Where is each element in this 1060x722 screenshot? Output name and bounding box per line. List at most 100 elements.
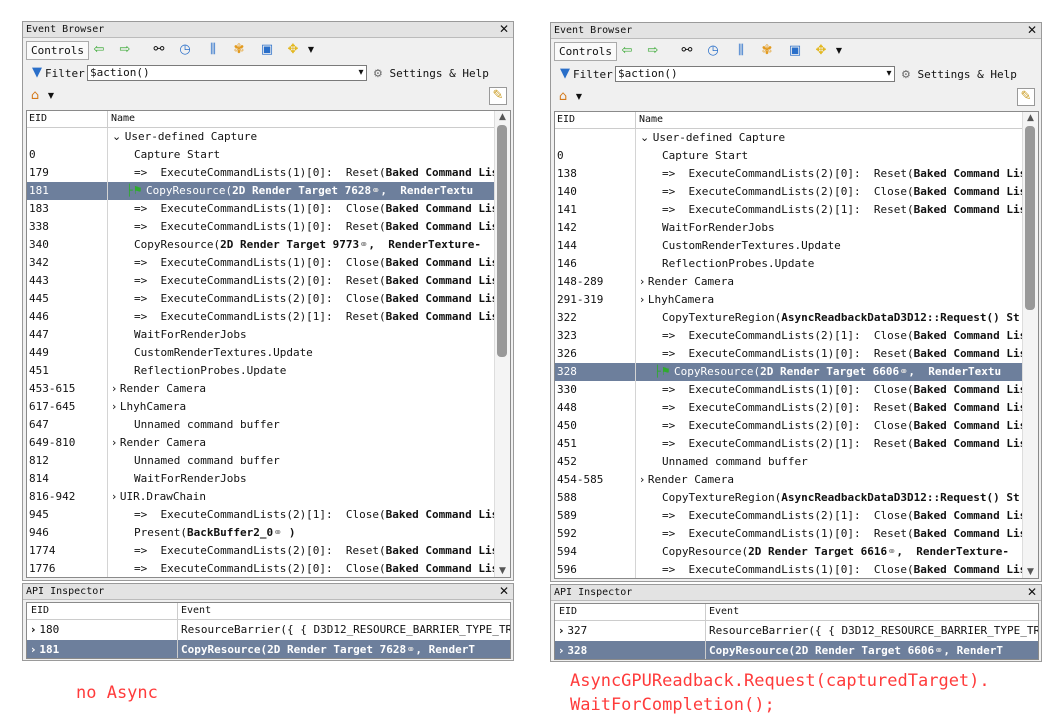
api-row[interactable]: › 327 ResourceBarrier({ { D3D12_RESOURCE_… [555, 621, 1038, 641]
event-row[interactable]: 326 => ExecuteCommandLists(1)[0]: Reset(B… [555, 345, 1024, 363]
link-icon[interactable]: ⚭ [406, 643, 415, 656]
event-row[interactable]: 812 Unnamed command buffer [27, 452, 496, 470]
link-icon[interactable]: ⚭ [273, 526, 282, 539]
link-icon[interactable]: ⚭ [899, 365, 908, 378]
chevron-right-icon[interactable]: › [640, 293, 648, 306]
chevron-right-icon[interactable]: › [640, 473, 648, 486]
clock-icon[interactable]: ◷ [705, 43, 721, 59]
scrollbar-thumb[interactable] [497, 125, 507, 357]
column-eid[interactable]: EID [31, 603, 49, 619]
filter-input[interactable]: $action() [87, 65, 367, 81]
column-event[interactable]: Event [705, 604, 739, 620]
event-row[interactable]: 342 => ExecuteCommandLists(1)[0]: Close(B… [27, 254, 496, 272]
notes-icon[interactable]: ✎ [1017, 88, 1035, 106]
chevron-down-icon[interactable]: ▾ [882, 67, 896, 81]
scroll-down-icon[interactable]: ▼ [495, 565, 510, 577]
event-row[interactable]: 596 => ExecuteCommandLists(1)[0]: Close(B… [555, 561, 1024, 578]
close-icon[interactable]: ✕ [499, 22, 509, 37]
settings-help-button[interactable]: ⚙ Settings & Help [901, 67, 1017, 83]
home-icon[interactable]: ⌂ [27, 88, 43, 104]
scroll-up-icon[interactable]: ▲ [1023, 112, 1038, 124]
event-row[interactable]: 141 => ExecuteCommandLists(2)[1]: Reset(B… [555, 201, 1024, 219]
bookmarks-icon[interactable]: ⫼ [733, 43, 749, 59]
column-eid[interactable]: EID [559, 604, 577, 620]
column-eid[interactable]: EID [557, 112, 575, 128]
event-row[interactable]: 323 => ExecuteCommandLists(2)[1]: Close(B… [555, 327, 1024, 345]
event-row[interactable]: 142 WaitForRenderJobs [555, 219, 1024, 237]
event-row[interactable]: 443 => ExecuteCommandLists(2)[0]: Reset(B… [27, 272, 496, 290]
close-icon[interactable]: ✕ [1027, 23, 1037, 38]
event-row[interactable]: 1774 => ExecuteCommandLists(2)[0]: Reset(… [27, 542, 496, 560]
event-row[interactable]: ⌄ User-defined Capture [555, 129, 1024, 147]
event-row[interactable]: 138 => ExecuteCommandLists(2)[0]: Reset(B… [555, 165, 1024, 183]
scrollbar-thumb[interactable] [1025, 126, 1035, 310]
event-row[interactable]: 945 => ExecuteCommandLists(2)[1]: Close(B… [27, 506, 496, 524]
back-arrow-icon[interactable]: ⇦ [619, 43, 635, 59]
event-row[interactable]: 589 => ExecuteCommandLists(2)[1]: Close(B… [555, 507, 1024, 525]
puzzle-icon[interactable]: ✥ [285, 42, 301, 58]
event-row[interactable]: 0 Capture Start [27, 146, 496, 164]
chevron-down-icon[interactable]: ▼ [571, 89, 587, 105]
event-list[interactable]: EID Name ⌄ User-defined Capture 0 Capture … [554, 111, 1039, 579]
scroll-up-icon[interactable]: ▲ [495, 111, 510, 123]
event-row[interactable]: 816-942 › UIR.DrawChain [27, 488, 496, 506]
chevron-down-icon[interactable]: ⌄ [112, 130, 125, 143]
link-icon[interactable]: ⚭ [887, 545, 896, 558]
event-row[interactable]: 449 CustomRenderTextures.Update [27, 344, 496, 362]
event-row[interactable]: 291-319 › LhyhCamera [555, 291, 1024, 309]
chevron-down-icon[interactable]: ▼ [303, 42, 319, 58]
event-row[interactable]: 647 Unnamed command buffer [27, 416, 496, 434]
link-icon[interactable]: ⚭ [371, 184, 380, 197]
gear-cluster-icon[interactable]: ✾ [759, 43, 775, 59]
event-row[interactable]: 452 Unnamed command buffer [555, 453, 1024, 471]
event-row[interactable]: 330 => ExecuteCommandLists(1)[0]: Close(B… [555, 381, 1024, 399]
event-row[interactable]: 322 CopyTextureRegion(AsyncReadbackDataD3… [555, 309, 1024, 327]
event-list-scrollbar[interactable]: ▲ ▼ [494, 111, 510, 577]
event-row[interactable]: 146 ReflectionProbes.Update [555, 255, 1024, 273]
event-row[interactable]: 181 ├⚑ CopyResource(2D Render Target 7628… [27, 182, 496, 200]
save-icon[interactable]: ▣ [259, 42, 275, 58]
column-event[interactable]: Event [177, 603, 211, 619]
api-row[interactable]: › 328 CopyResource(2D Render Target 6606⚭… [555, 641, 1038, 659]
close-icon[interactable]: ✕ [1027, 585, 1037, 600]
binoculars-icon[interactable]: ⚯ [679, 43, 695, 59]
event-row[interactable]: 328 ├⚑ CopyResource(2D Render Target 6606… [555, 363, 1024, 381]
forward-arrow-icon[interactable]: ⇨ [117, 42, 133, 58]
chevron-down-icon[interactable]: ⌄ [640, 131, 653, 144]
event-row[interactable]: 179 => ExecuteCommandLists(1)[0]: Reset(B… [27, 164, 496, 182]
event-list-scrollbar[interactable]: ▲ ▼ [1022, 112, 1038, 578]
binoculars-icon[interactable]: ⚯ [151, 42, 167, 58]
event-row[interactable]: 338 => ExecuteCommandLists(1)[0]: Reset(B… [27, 218, 496, 236]
back-arrow-icon[interactable]: ⇦ [91, 42, 107, 58]
event-row[interactable]: 649-810 › Render Camera [27, 434, 496, 452]
chevron-right-icon[interactable]: › [112, 436, 120, 449]
api-row[interactable]: › 181 CopyResource(2D Render Target 7628⚭… [27, 640, 510, 658]
home-icon[interactable]: ⌂ [555, 89, 571, 105]
event-row[interactable]: 454-585 › Render Camera [555, 471, 1024, 489]
event-row[interactable]: 0 Capture Start [555, 147, 1024, 165]
settings-help-button[interactable]: ⚙ Settings & Help [373, 66, 489, 82]
event-row[interactable]: 445 => ExecuteCommandLists(2)[0]: Close(B… [27, 290, 496, 308]
event-row[interactable]: 140 => ExecuteCommandLists(2)[0]: Close(B… [555, 183, 1024, 201]
event-row[interactable]: 588 CopyTextureRegion(AsyncReadbackDataD3… [555, 489, 1024, 507]
event-row[interactable]: 814 WaitForRenderJobs [27, 470, 496, 488]
save-icon[interactable]: ▣ [787, 43, 803, 59]
event-row[interactable]: 450 => ExecuteCommandLists(2)[0]: Close(B… [555, 417, 1024, 435]
event-row[interactable]: 453-615 › Render Camera [27, 380, 496, 398]
gear-cluster-icon[interactable]: ✾ [231, 42, 247, 58]
event-row[interactable]: 594 CopyResource(2D Render Target 6616⚭, … [555, 543, 1024, 561]
event-row[interactable]: 448 => ExecuteCommandLists(2)[0]: Reset(B… [555, 399, 1024, 417]
api-row[interactable]: › 180 ResourceBarrier({ { D3D12_RESOURCE_… [27, 620, 510, 640]
close-icon[interactable]: ✕ [499, 584, 509, 599]
chevron-right-icon[interactable]: › [112, 490, 120, 503]
bookmarks-icon[interactable]: ⫼ [205, 42, 221, 58]
chevron-down-icon[interactable]: ▾ [354, 66, 368, 80]
column-name[interactable]: Name [635, 112, 663, 128]
event-list[interactable]: EID Name ⌄ User-defined Capture 0 Capture … [26, 110, 511, 578]
chevron-down-icon[interactable]: ▼ [43, 88, 59, 104]
chevron-right-icon[interactable]: › [640, 275, 648, 288]
event-row[interactable]: 617-645 › LhyhCamera [27, 398, 496, 416]
event-row[interactable]: 340 CopyResource(2D Render Target 9773⚭, … [27, 236, 496, 254]
event-row[interactable]: 592 => ExecuteCommandLists(1)[0]: Reset(B… [555, 525, 1024, 543]
event-row[interactable]: 447 WaitForRenderJobs [27, 326, 496, 344]
